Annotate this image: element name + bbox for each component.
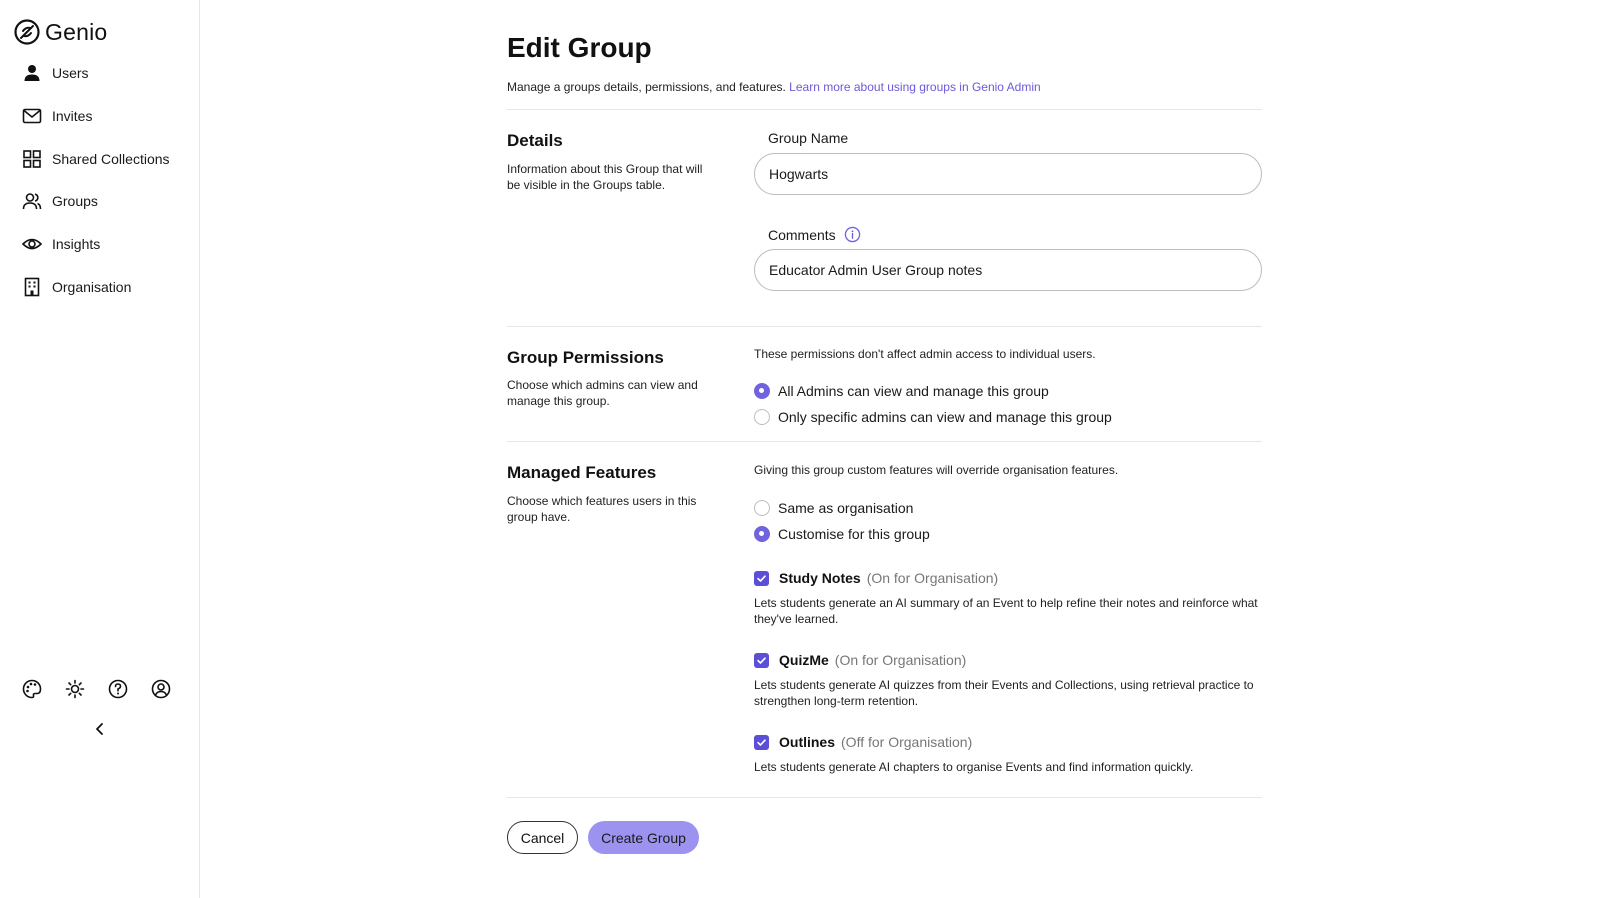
radio-selected[interactable] — [754, 383, 770, 399]
radio-label: All Admins can view and manage this grou… — [778, 383, 1049, 399]
cancel-button[interactable]: Cancel — [507, 821, 578, 854]
sidebar-item-label: Insights — [52, 236, 101, 253]
feature-header: QuizMe (On for Organisation) — [754, 652, 1262, 668]
permission-option-specific-admins[interactable]: Only specific admins can view and manage… — [754, 409, 1112, 425]
outlines-checkbox[interactable] — [754, 734, 769, 750]
sidebar-item-shared-collections[interactable]: Shared Collections — [0, 137, 200, 180]
permission-option-all-admins[interactable]: All Admins can view and manage this grou… — [754, 383, 1049, 399]
sidebar-item-organisation[interactable]: Organisation — [0, 265, 200, 308]
permissions-description: Choose which admins can view and manage … — [507, 378, 698, 408]
feature-name: Study Notes — [779, 570, 861, 586]
page-subtitle-text: Manage a groups details, permissions, an… — [507, 80, 786, 94]
group-name-input[interactable] — [754, 153, 1262, 195]
page-title: Edit Group — [507, 32, 652, 63]
check-icon — [757, 738, 766, 746]
divider — [507, 797, 1262, 798]
feature-study-notes: Study Notes (On for Organisation) Lets s… — [754, 570, 1262, 627]
features-option-customise[interactable]: Customise for this group — [754, 526, 930, 542]
sidebar-item-invites[interactable]: Invites — [0, 95, 200, 138]
sidebar-nav: Users Invites Shared Collections Groups … — [0, 52, 200, 308]
eye-icon — [22, 238, 42, 250]
radio-label: Same as organisation — [778, 500, 914, 516]
help-icon[interactable] — [108, 679, 128, 699]
permissions-note: These permissions don't affect admin acc… — [754, 347, 1096, 361]
radio-unselected[interactable] — [754, 409, 770, 425]
features-description: Choose which features users in this grou… — [507, 494, 697, 524]
feature-org-status: (On for Organisation) — [834, 652, 967, 668]
features-option-same-as-org[interactable]: Same as organisation — [754, 500, 913, 516]
page-subtitle: Manage a groups details, permissions, an… — [507, 80, 1041, 94]
permissions-title: Group Permissions — [507, 348, 664, 367]
account-icon[interactable] — [151, 679, 171, 699]
feature-outlines: Outlines (Off for Organisation) Lets stu… — [754, 734, 1262, 775]
radio-label: Only specific admins can view and manage… — [778, 409, 1112, 425]
info-icon[interactable] — [844, 226, 861, 243]
group-name-label-text: Group Name — [768, 130, 849, 146]
sidebar-item-users[interactable]: Users — [0, 52, 200, 95]
details-description: Information about this Group that will b… — [507, 162, 703, 192]
sidebar-item-label: Shared Collections — [52, 150, 170, 167]
app-logo[interactable]: Genio — [13, 18, 107, 46]
genio-logo-icon — [14, 19, 40, 45]
divider — [507, 109, 1262, 110]
sidebar-footer — [22, 679, 171, 699]
sidebar-item-groups[interactable]: Groups — [0, 180, 200, 223]
create-group-button[interactable]: Create Group — [588, 821, 699, 854]
feature-org-status: (Off for Organisation) — [841, 734, 973, 750]
learn-more-link[interactable]: Learn more about using groups in Genio A… — [789, 80, 1041, 94]
feature-description: Lets students generate AI chapters to or… — [754, 760, 1194, 774]
sidebar-item-label: Invites — [52, 108, 93, 125]
user-icon — [24, 65, 40, 82]
sidebar: Genio Users Invites Shared Collections G… — [0, 0, 200, 898]
users-icon — [22, 193, 42, 210]
radio-unselected[interactable] — [754, 500, 770, 516]
check-icon — [757, 656, 766, 664]
study-notes-checkbox[interactable] — [754, 570, 769, 586]
comments-label: Comments — [768, 226, 861, 243]
feature-quizme: QuizMe (On for Organisation) Lets studen… — [754, 652, 1262, 709]
features-note: Giving this group custom features will o… — [754, 463, 1119, 477]
features-title: Managed Features — [507, 463, 657, 482]
quizme-checkbox[interactable] — [754, 652, 769, 668]
palette-icon[interactable] — [22, 679, 42, 699]
feature-name: Outlines — [779, 734, 836, 750]
sidebar-item-label: Organisation — [52, 278, 132, 295]
details-title: Details — [507, 131, 563, 150]
sidebar-item-label: Groups — [52, 193, 98, 210]
comments-label-text: Comments — [768, 226, 836, 243]
app-name: Genio — [45, 18, 108, 45]
radio-selected[interactable] — [754, 526, 770, 542]
sidebar-item-label: Users — [52, 65, 89, 82]
sidebar-item-insights[interactable]: Insights — [0, 223, 200, 266]
divider — [507, 326, 1262, 327]
building-icon — [24, 277, 40, 297]
feature-header: Study Notes (On for Organisation) — [754, 570, 1262, 586]
comments-input[interactable] — [754, 249, 1262, 291]
radio-label: Customise for this group — [778, 526, 930, 542]
feature-name: QuizMe — [779, 652, 829, 668]
feature-description: Lets students generate an AI summary of … — [754, 596, 1258, 626]
feature-description: Lets students generate AI quizzes from t… — [754, 678, 1254, 708]
group-name-label: Group Name — [768, 130, 848, 146]
sun-icon[interactable] — [65, 679, 85, 699]
grid-icon — [23, 149, 41, 168]
chevron-left-icon[interactable] — [91, 720, 109, 738]
feature-org-status: (On for Organisation) — [866, 570, 999, 586]
divider — [507, 441, 1262, 442]
feature-header: Outlines (Off for Organisation) — [754, 734, 1262, 750]
check-icon — [757, 574, 766, 582]
mail-icon — [22, 108, 42, 124]
